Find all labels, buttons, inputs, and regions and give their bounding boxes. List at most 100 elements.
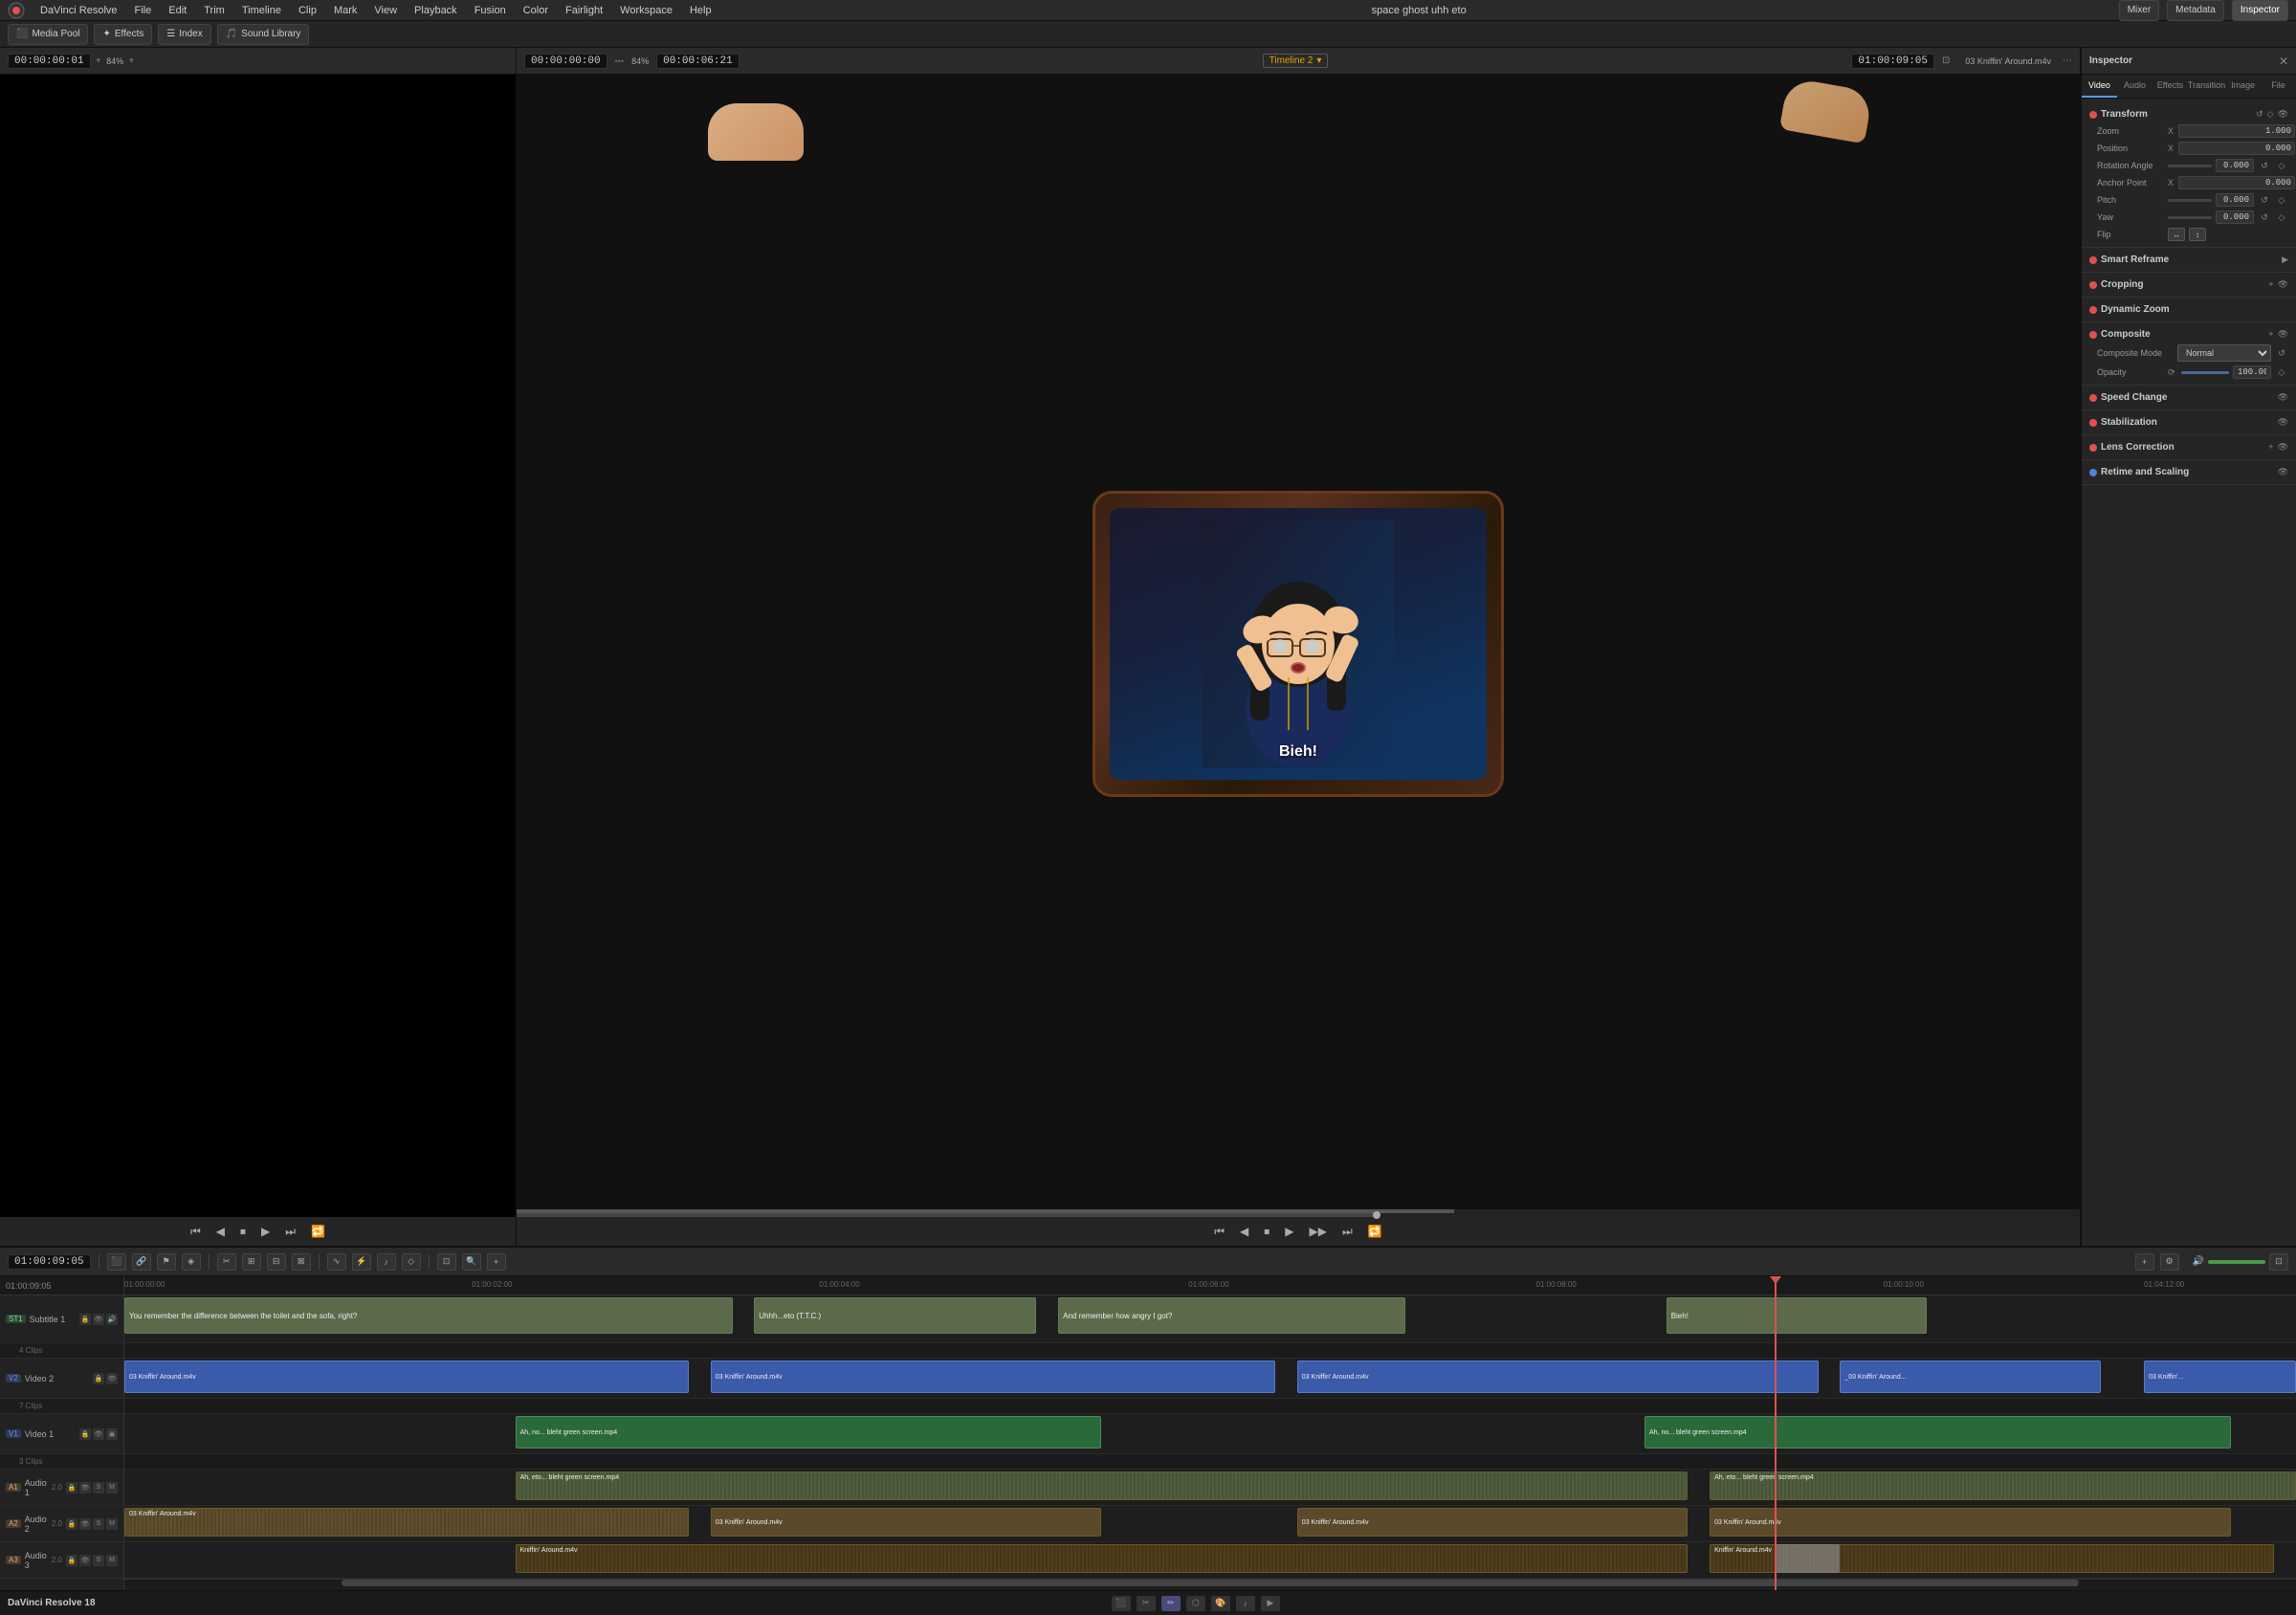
timeline-ruler[interactable]: 01:00:00:00 01:00:02:00 01:00:04:00 01:0…: [124, 1276, 2296, 1295]
video1-clip-2[interactable]: Ah, no... bleht green screen.mp4: [1645, 1416, 2231, 1449]
video2-clip-5[interactable]: 03 Kniffin'...: [2144, 1361, 2296, 1393]
rotation-input[interactable]: [2216, 159, 2254, 172]
pitch-reset-icon[interactable]: ↺: [2258, 193, 2271, 207]
audio2-lock-icon[interactable]: 🔒: [66, 1518, 77, 1530]
subtitle-eye-icon[interactable]: 👁: [93, 1314, 104, 1325]
media-pool-btn[interactable]: ⬛ Media Pool: [8, 24, 88, 45]
menu-fairlight[interactable]: Fairlight: [558, 3, 610, 18]
main-viewer-expand-icon[interactable]: ⊡: [1942, 55, 1950, 66]
zoom-x-input[interactable]: [2178, 124, 2295, 138]
metadata-btn[interactable]: Metadata: [2167, 0, 2224, 21]
main-loop-btn[interactable]: 🔁: [1364, 1223, 1386, 1240]
composite-visibility-icon[interactable]: 👁: [2278, 329, 2288, 340]
tl-flag-btn[interactable]: ⚑: [157, 1253, 176, 1271]
transform-header[interactable]: Transform ↺ ◇ 👁: [2082, 106, 2296, 122]
video1-extra-icon[interactable]: ▣: [106, 1428, 118, 1440]
pitch-keyframe-icon[interactable]: ◇: [2275, 193, 2288, 207]
audio1-mute-icon[interactable]: M: [106, 1482, 118, 1493]
transform-keyframe-icon[interactable]: ◇: [2267, 109, 2274, 120]
effects-btn[interactable]: ✦ Effects: [94, 24, 152, 45]
source-play-btn[interactable]: ▶: [257, 1223, 274, 1240]
tab-image[interactable]: Image: [2225, 75, 2261, 98]
tl-snap-btn[interactable]: ⬛: [107, 1253, 126, 1271]
composite-expand-icon[interactable]: +: [2268, 329, 2273, 340]
mixer-btn[interactable]: Mixer: [2119, 0, 2159, 21]
audio2-solo-icon[interactable]: S: [93, 1518, 104, 1530]
tab-effects[interactable]: Effects: [2152, 75, 2188, 98]
timeline-name-badge[interactable]: Timeline 2 ▾: [1263, 54, 1329, 68]
rotation-reset-icon[interactable]: ↺: [2258, 159, 2271, 172]
audio1-eye-icon[interactable]: 👁: [79, 1482, 91, 1493]
audio2-clip-2[interactable]: 03 Kniffin' Around.m4v: [711, 1508, 1102, 1537]
audio2-mute-icon[interactable]: M: [106, 1518, 118, 1530]
cut-page-icon[interactable]: ✂: [1137, 1596, 1156, 1611]
tl-settings-icon[interactable]: ⚙: [2160, 1253, 2179, 1271]
volume-slider[interactable]: [2208, 1260, 2265, 1264]
menu-playback[interactable]: Playback: [407, 3, 465, 18]
lens-correction-expand-icon[interactable]: +: [2268, 442, 2273, 453]
tab-audio[interactable]: Audio: [2117, 75, 2152, 98]
main-play-btn[interactable]: ▶: [1281, 1223, 1297, 1240]
composite-header[interactable]: Composite + 👁: [2082, 326, 2296, 343]
fusion-page-icon[interactable]: ⬡: [1186, 1596, 1205, 1611]
video1-clip-1[interactable]: Ah, no... bleht green screen.mp4: [516, 1416, 1102, 1449]
menu-clip[interactable]: Clip: [291, 3, 324, 18]
opacity-slider[interactable]: [2181, 371, 2229, 374]
main-to-end-btn[interactable]: ⏭: [1338, 1223, 1357, 1241]
source-to-start-btn[interactable]: ⏮: [187, 1223, 205, 1241]
inspector-close-icon[interactable]: ✕: [2279, 55, 2288, 68]
audio3-solo-icon[interactable]: S: [93, 1555, 104, 1566]
tl-zoom-out-btn[interactable]: 🔍: [462, 1253, 481, 1271]
tab-file[interactable]: File: [2261, 75, 2296, 98]
video2-eye-icon[interactable]: 👁: [106, 1373, 118, 1384]
audio1-solo-icon[interactable]: S: [93, 1482, 104, 1493]
tl-speed-btn[interactable]: ⚡: [352, 1253, 371, 1271]
audio3-lock-icon[interactable]: 🔒: [66, 1555, 77, 1566]
subtitle-clip-2[interactable]: Uhhh...eto (T.T.C.): [754, 1297, 1036, 1334]
subtitle-lock-icon[interactable]: 🔒: [79, 1314, 91, 1325]
lens-correction-header[interactable]: Lens Correction + 👁: [2082, 439, 2296, 455]
dynamic-zoom-header[interactable]: Dynamic Zoom: [2082, 301, 2296, 318]
composite-mode-select[interactable]: Normal: [2177, 344, 2271, 362]
flip-h-btn[interactable]: ↔: [2168, 228, 2185, 241]
smart-reframe-expand-icon[interactable]: ▶: [2282, 254, 2288, 265]
audio1-clip-2[interactable]: Ah, eto... bleht green screen.mp4: [1710, 1471, 2296, 1500]
main-viewer-overflow-icon[interactable]: ⋯: [2063, 55, 2072, 66]
yaw-keyframe-icon[interactable]: ◇: [2275, 210, 2288, 224]
menu-color[interactable]: Color: [516, 3, 556, 18]
tl-insert-btn[interactable]: ⊞: [242, 1253, 261, 1271]
sound-library-btn[interactable]: 🎵 Sound Library: [217, 24, 310, 45]
yaw-slider[interactable]: [2168, 216, 2212, 219]
transform-visibility-icon[interactable]: 👁: [2278, 109, 2288, 120]
tl-zoom-in-btn[interactable]: +: [487, 1253, 506, 1271]
main-forward-btn[interactable]: ▶▶: [1306, 1223, 1331, 1240]
tl-audio-btn[interactable]: ♪: [377, 1253, 396, 1271]
composite-mode-reset-icon[interactable]: ↺: [2275, 346, 2288, 360]
rotation-slider[interactable]: [2168, 165, 2212, 167]
anchor-x-input[interactable]: [2178, 176, 2295, 189]
fairlight-page-icon[interactable]: ♪: [1236, 1596, 1255, 1611]
menu-trim[interactable]: Trim: [196, 3, 232, 18]
edit-page-icon[interactable]: ✏: [1161, 1596, 1181, 1611]
tab-video[interactable]: Video: [2082, 75, 2117, 98]
video2-lock-icon[interactable]: 🔒: [93, 1373, 104, 1384]
progress-bar[interactable]: [517, 1213, 2080, 1217]
audio3-mute-icon[interactable]: M: [106, 1555, 118, 1566]
position-x-input[interactable]: [2178, 142, 2295, 155]
subtitle-speaker-icon[interactable]: 🔊: [106, 1314, 118, 1325]
audio2-eye-icon[interactable]: 👁: [79, 1518, 91, 1530]
stabilization-visibility-icon[interactable]: 👁: [2278, 417, 2288, 428]
tl-curve-btn[interactable]: ∿: [327, 1253, 346, 1271]
timeline-scrollbar[interactable]: [124, 1579, 2296, 1586]
flip-v-btn[interactable]: ↕: [2189, 228, 2206, 241]
pitch-input[interactable]: [2216, 193, 2254, 207]
timeline-current-time[interactable]: 01:00:09:05: [8, 1254, 91, 1270]
smart-reframe-header[interactable]: Smart Reframe ▶: [2082, 252, 2296, 268]
lens-correction-visibility-icon[interactable]: 👁: [2278, 442, 2288, 453]
media-pool-page-icon[interactable]: ⬛: [1112, 1596, 1131, 1611]
source-to-end-btn[interactable]: ⏭: [281, 1223, 299, 1241]
video1-lock-icon[interactable]: 🔒: [79, 1428, 91, 1440]
menu-edit[interactable]: Edit: [161, 3, 194, 18]
source-loop-btn[interactable]: 🔁: [307, 1223, 329, 1240]
color-page-icon[interactable]: 🎨: [1211, 1596, 1230, 1611]
